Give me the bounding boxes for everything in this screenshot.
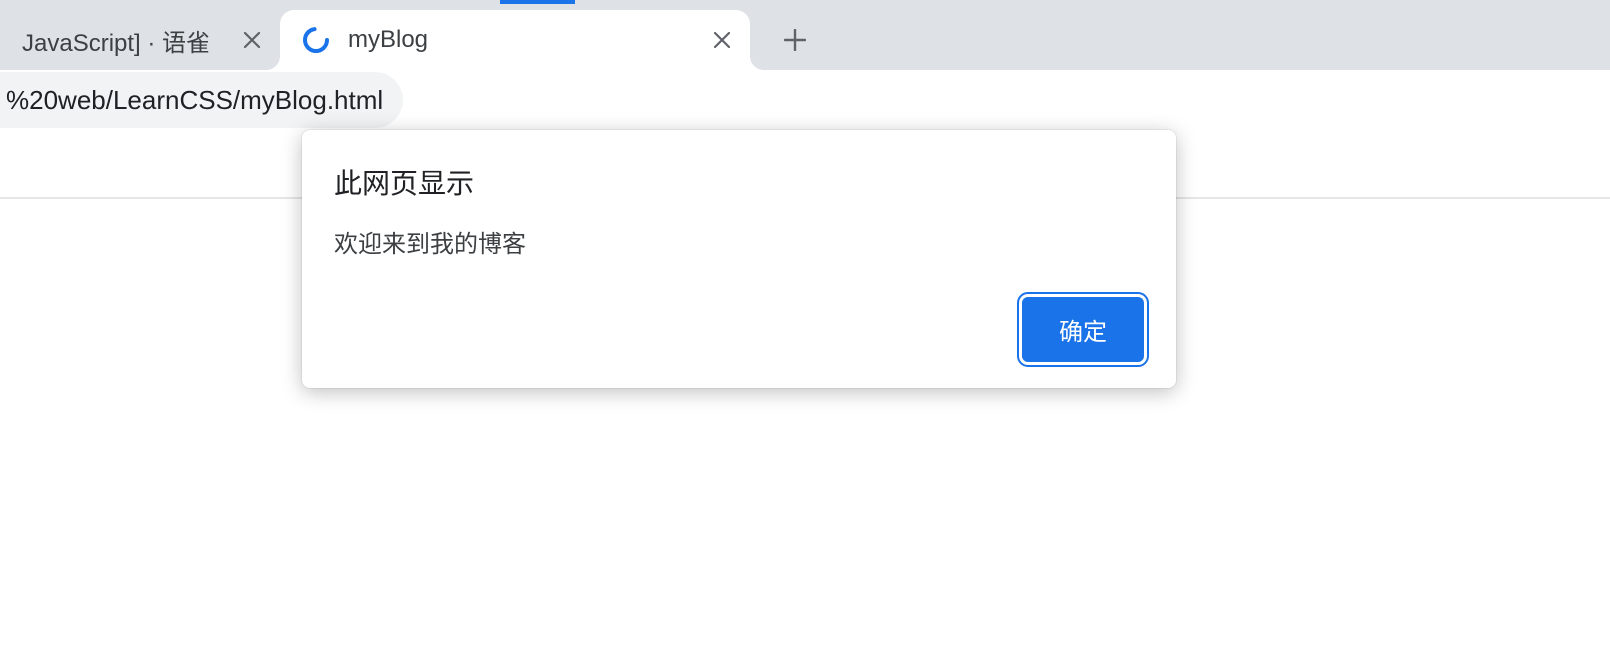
loading-spinner-icon — [302, 26, 330, 54]
close-icon[interactable] — [240, 28, 264, 52]
tab-title: JavaScript] · 语雀 — [22, 23, 232, 58]
dialog-actions: 确定 — [334, 297, 1144, 362]
alert-dialog: 此网页显示 欢迎来到我的博客 确定 — [302, 130, 1176, 388]
page-content: 此网页显示 欢迎来到我的博客 确定 — [0, 130, 1610, 647]
toolbar: %20web/LearnCSS/myBlog.html — [0, 70, 1610, 130]
new-tab-button[interactable] — [770, 15, 820, 65]
ok-button[interactable]: 确定 — [1022, 297, 1144, 362]
dialog-title: 此网页显示 — [334, 162, 1144, 202]
loading-progress-bar — [500, 0, 575, 4]
dialog-message: 欢迎来到我的博客 — [334, 224, 1144, 259]
tab-active[interactable]: myBlog — [280, 10, 750, 70]
tab-strip: JavaScript] · 语雀 myBlog — [0, 0, 1610, 70]
url-text: %20web/LearnCSS/myBlog.html — [6, 85, 383, 116]
address-bar[interactable]: %20web/LearnCSS/myBlog.html — [0, 72, 403, 128]
close-icon[interactable] — [710, 28, 734, 52]
tab-title: myBlog — [348, 26, 702, 54]
tab-inactive[interactable]: JavaScript] · 语雀 — [0, 10, 280, 70]
